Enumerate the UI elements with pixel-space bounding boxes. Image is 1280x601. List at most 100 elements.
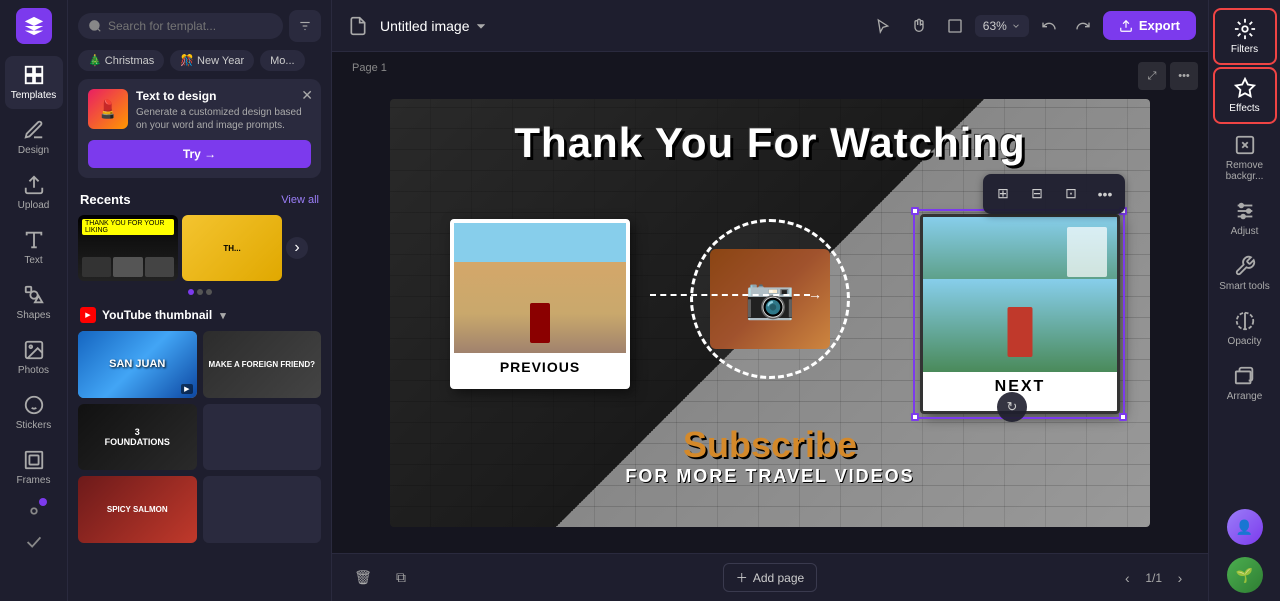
zoom-level: 63% — [983, 19, 1007, 33]
subscribe-more-text: FOR MORE TRAVEL VIDEOS — [625, 466, 914, 487]
smart-tools-label: Smart tools — [1219, 281, 1270, 292]
duplicate-page-button[interactable]: ⧉ — [386, 563, 416, 593]
right-item-effects[interactable]: Effects — [1213, 67, 1277, 124]
recents-next-arrow[interactable]: › — [286, 237, 308, 259]
add-page-plus: ＋ — [736, 569, 748, 586]
frame-tool-button[interactable] — [939, 10, 971, 42]
next-card[interactable]: NEXT — [920, 214, 1120, 414]
thumbnail-blank[interactable] — [203, 404, 322, 471]
sidebar-item-photos-label: Photos — [18, 365, 49, 376]
refresh-button[interactable]: ↻ — [997, 392, 1027, 422]
search-input-wrap[interactable] — [78, 13, 283, 39]
filters-label: Filters — [1231, 44, 1258, 55]
sidebar-item-upload-label: Upload — [18, 200, 50, 211]
youtube-section-header: YouTube thumbnail ▾ — [68, 303, 331, 331]
subscribe-text: Subscribe — [625, 424, 914, 466]
previous-card[interactable]: PREVIOUS — [450, 219, 630, 389]
undo-redo-group — [1033, 10, 1099, 42]
remove-bg-icon — [1234, 134, 1256, 156]
pan-tool-button[interactable] — [903, 10, 935, 42]
document-title[interactable]: Untitled image — [380, 18, 488, 34]
right-item-filters[interactable]: Filters — [1213, 8, 1277, 65]
page-expand-button[interactable]: ⤢ — [1138, 62, 1166, 90]
select-tool-button[interactable] — [867, 10, 899, 42]
sidebar-item-upload[interactable]: Upload — [5, 166, 63, 219]
next-page-button[interactable]: › — [1168, 566, 1192, 590]
remove-bg-label: Remove backgr... — [1219, 160, 1271, 182]
camera-icon: 📷 — [745, 275, 795, 322]
avatar-primary[interactable]: 👤 — [1227, 509, 1263, 545]
zoom-control[interactable]: 63% — [975, 15, 1029, 37]
add-page-button[interactable]: ＋ Add page — [723, 563, 817, 592]
sidebar-item-photos[interactable]: Photos — [5, 331, 63, 384]
dot-1 — [188, 289, 194, 295]
right-item-arrange[interactable]: Arrange — [1213, 357, 1277, 410]
redo-icon — [1075, 18, 1091, 34]
undo-button[interactable] — [1033, 10, 1065, 42]
top-bar-tools: 63% Export — [867, 10, 1196, 42]
sidebar-item-frames[interactable]: Frames — [5, 441, 63, 494]
float-grid-button[interactable]: ⊟ — [1022, 179, 1052, 209]
prev-page-button[interactable]: ‹ — [1115, 566, 1139, 590]
recent-card-1[interactable]: THANK YOU FOR YOUR LIKING — [78, 215, 178, 281]
smart-tools-icon — [1234, 255, 1256, 277]
right-item-opacity[interactable]: Opacity — [1213, 302, 1277, 355]
recents-label: Recents — [80, 192, 131, 207]
promo-title: Text to design — [136, 89, 311, 103]
sidebar-item-text[interactable]: Text — [5, 221, 63, 274]
filter-button[interactable] — [289, 10, 321, 42]
sidebar-item-templates[interactable]: Templates — [5, 56, 63, 109]
design-canvas[interactable]: Thank You For Watching PREVIOUS 📷 — [390, 99, 1150, 527]
export-button[interactable]: Export — [1103, 11, 1196, 40]
recents-header: Recents View all — [68, 188, 331, 215]
search-input[interactable] — [108, 19, 273, 33]
thumbnail-blank2[interactable] — [203, 476, 322, 543]
main-area: Untitled image 63% — [332, 0, 1208, 601]
top-bar: Untitled image 63% — [332, 0, 1208, 52]
sidebar-item-design[interactable]: Design — [5, 111, 63, 164]
thumbnails-grid: SAN JUAN ▶ MAKE A FOREIGN FRIEND? 3FOUND… — [68, 331, 331, 543]
thumbnail-foreign[interactable]: MAKE A FOREIGN FRIEND? — [203, 331, 322, 398]
float-select-button[interactable]: ⊞ — [988, 179, 1018, 209]
right-item-remove-bg[interactable]: Remove backgr... — [1213, 126, 1277, 190]
float-more-button[interactable]: ••• — [1090, 179, 1120, 209]
thumbnail-spicy[interactable]: SPICY SALMON — [78, 476, 197, 543]
logo-button[interactable] — [16, 8, 52, 44]
add-page-label: Add page — [753, 571, 804, 585]
sidebar-item-text-label: Text — [24, 255, 42, 266]
view-all-link[interactable]: View all — [281, 194, 319, 206]
page-more-button[interactable]: ••• — [1170, 62, 1198, 90]
tag-newyear[interactable]: 🎊 New Year — [170, 50, 254, 71]
right-item-smart-tools[interactable]: Smart tools — [1213, 247, 1277, 300]
float-copy-button[interactable]: ⊡ — [1056, 179, 1086, 209]
templates-panel: 🎄 Christmas 🎊 New Year Mo... ✕ 💄 Text to… — [68, 0, 332, 601]
canvas-area: Page 1 ⤢ ••• Thank You For Watching PREV… — [332, 52, 1208, 601]
bottom-bar: 🗑 ⧉ ＋ Add page ‹ 1/1 › — [332, 553, 1208, 601]
filter-icon — [298, 19, 312, 33]
bottom-left-tools: 🗑 ⧉ — [348, 563, 416, 593]
undo-icon — [1041, 18, 1057, 34]
tags-bar: 🎄 Christmas 🎊 New Year Mo... — [68, 50, 331, 79]
redo-button[interactable] — [1067, 10, 1099, 42]
sidebar-item-stickers[interactable]: Stickers — [5, 386, 63, 439]
thumbnail-foundations[interactable]: 3FOUNDATIONS — [78, 404, 197, 471]
cursor-icon — [875, 18, 891, 34]
delete-page-button[interactable]: 🗑 — [348, 563, 378, 593]
tag-more[interactable]: Mo... — [260, 50, 304, 71]
recent-card-2[interactable]: TH... — [182, 215, 282, 281]
thumbnail-sanjuan[interactable]: SAN JUAN ▶ — [78, 331, 197, 398]
page-actions: ⤢ ••• — [1138, 62, 1198, 90]
left-sidebar: Templates Design Upload Text Shapes Phot… — [0, 0, 68, 601]
sidebar-item-templates-label: Templates — [11, 90, 57, 101]
promo-card: ✕ 💄 Text to design Generate a customized… — [78, 79, 321, 178]
tag-christmas[interactable]: 🎄 Christmas — [78, 50, 164, 71]
right-item-adjust[interactable]: Adjust — [1213, 192, 1277, 245]
filters-icon — [1234, 18, 1256, 40]
floating-toolbar: ⊞ ⊟ ⊡ ••• — [983, 174, 1125, 214]
sidebar-item-shapes[interactable]: Shapes — [5, 276, 63, 329]
promo-close-button[interactable]: ✕ — [301, 87, 313, 104]
page-fraction: 1/1 — [1145, 571, 1162, 585]
export-label: Export — [1139, 18, 1180, 33]
promo-cta-button[interactable]: Try → — [88, 140, 311, 168]
avatar-secondary[interactable]: 🌱 — [1227, 557, 1263, 593]
